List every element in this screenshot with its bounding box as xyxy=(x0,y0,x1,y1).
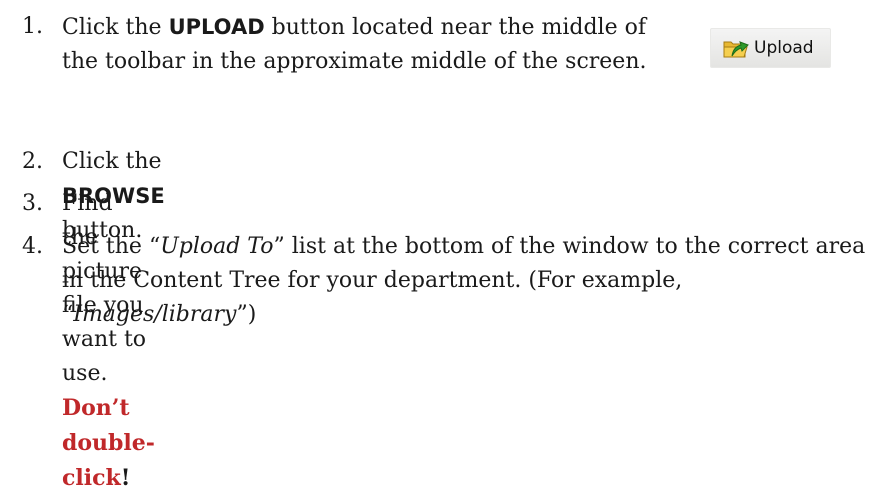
step-text-part: ”) xyxy=(236,302,257,327)
folder-upload-arrow-icon xyxy=(723,41,749,58)
step-text-part: Click the xyxy=(62,15,169,40)
step-number: 2. xyxy=(22,149,43,174)
warning-text: Don’t double-click xyxy=(62,395,155,491)
step-text-part: Set the “ xyxy=(62,234,161,259)
step-text-part: Click the xyxy=(62,149,162,174)
upload-button[interactable]: Upload xyxy=(710,28,831,68)
warning-exclamation: ! xyxy=(120,465,131,491)
example-path: Images/library xyxy=(73,302,237,327)
step-text: Set the “Upload To” list at the bottom o… xyxy=(62,230,882,332)
step-number: 3. xyxy=(22,191,43,216)
step-number: 1. xyxy=(22,14,43,39)
upload-button-label: Upload xyxy=(754,38,814,58)
instructions-document: 1. Click the UPLOAD button located near … xyxy=(0,0,883,491)
step-text: Click the UPLOAD button located near the… xyxy=(62,10,682,79)
upload-to-term: Upload To xyxy=(160,234,274,259)
keyword-upload: UPLOAD xyxy=(168,15,265,39)
step-number: 4. xyxy=(22,234,43,259)
